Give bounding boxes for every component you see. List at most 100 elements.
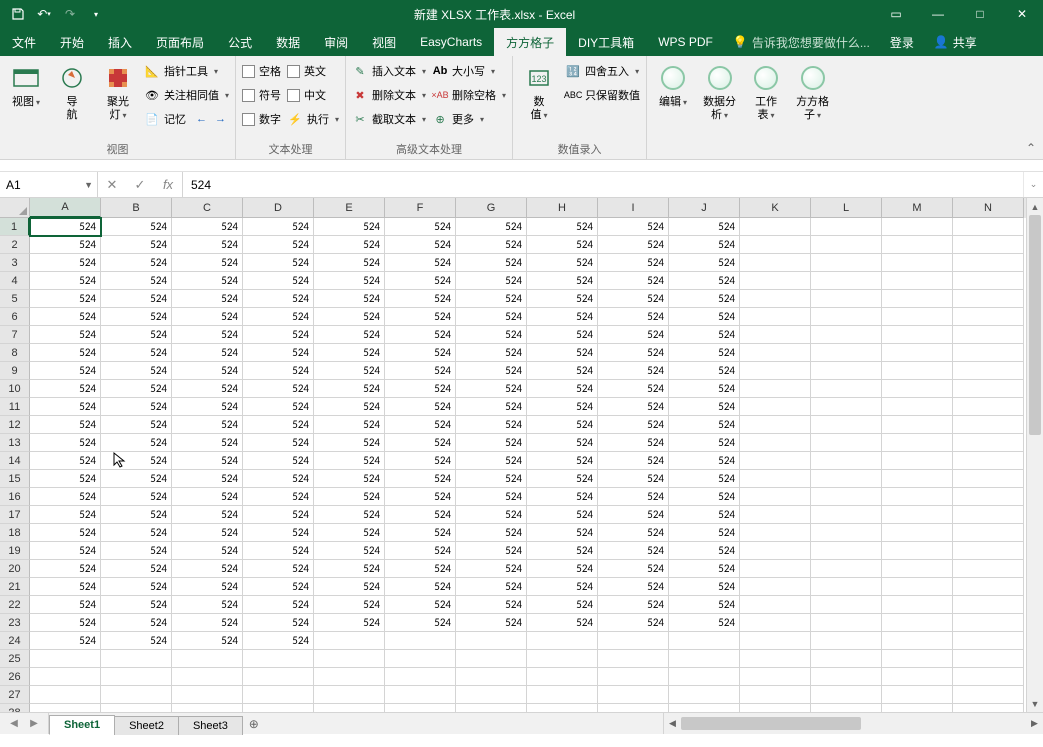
column-header[interactable]: A — [30, 198, 101, 218]
cell[interactable]: 524 — [101, 416, 172, 434]
cell[interactable] — [811, 632, 882, 650]
cell[interactable] — [740, 254, 811, 272]
cell[interactable]: 524 — [314, 506, 385, 524]
tab-data[interactable]: 数据 — [264, 28, 312, 56]
cell[interactable]: 524 — [243, 614, 314, 632]
check-number[interactable]: 数字 — [242, 108, 281, 130]
cell[interactable] — [385, 650, 456, 668]
cell[interactable]: 524 — [314, 452, 385, 470]
cell[interactable]: 524 — [598, 326, 669, 344]
cell[interactable] — [740, 380, 811, 398]
cell[interactable]: 524 — [101, 236, 172, 254]
cell[interactable] — [953, 308, 1024, 326]
cell[interactable]: 524 — [101, 560, 172, 578]
cell[interactable] — [527, 650, 598, 668]
share-button[interactable]: 👤 共享 — [926, 28, 985, 56]
enter-button[interactable]: ✓ — [126, 177, 154, 193]
cell[interactable]: 524 — [598, 236, 669, 254]
cell[interactable] — [527, 668, 598, 686]
cell[interactable] — [953, 326, 1024, 344]
cell[interactable] — [172, 704, 243, 712]
cell[interactable] — [811, 560, 882, 578]
tell-me[interactable]: 💡 告诉我您想要做什么... — [725, 28, 878, 56]
cell[interactable]: 524 — [243, 578, 314, 596]
cell[interactable] — [740, 236, 811, 254]
cell[interactable] — [172, 650, 243, 668]
cell[interactable]: 524 — [314, 326, 385, 344]
cell[interactable] — [740, 470, 811, 488]
scroll-up-button[interactable]: ▲ — [1027, 198, 1043, 215]
nav-next-button[interactable]: → — [215, 113, 226, 125]
cell[interactable]: 524 — [30, 470, 101, 488]
cell[interactable]: 524 — [30, 434, 101, 452]
cell[interactable]: 524 — [385, 236, 456, 254]
row-header[interactable]: 16 — [0, 488, 30, 506]
cell[interactable] — [882, 416, 953, 434]
cell[interactable]: 524 — [598, 506, 669, 524]
cell[interactable] — [811, 488, 882, 506]
cell[interactable]: 524 — [669, 614, 740, 632]
extract-text-button[interactable]: ✂截取文本 — [352, 108, 426, 130]
cell[interactable] — [811, 272, 882, 290]
cell[interactable]: 524 — [669, 344, 740, 362]
cell[interactable]: 524 — [385, 506, 456, 524]
row-header[interactable]: 25 — [0, 650, 30, 668]
cell[interactable] — [811, 596, 882, 614]
cell[interactable] — [101, 686, 172, 704]
scroll-left-button[interactable]: ◀ — [664, 715, 681, 732]
cell[interactable]: 524 — [456, 434, 527, 452]
cell[interactable]: 524 — [669, 218, 740, 236]
cell[interactable] — [882, 668, 953, 686]
cell[interactable]: 524 — [669, 254, 740, 272]
cell[interactable]: 524 — [30, 452, 101, 470]
cell[interactable]: 524 — [456, 326, 527, 344]
edit-button[interactable]: 编辑 — [653, 60, 693, 155]
cell[interactable]: 524 — [101, 524, 172, 542]
cell[interactable] — [882, 236, 953, 254]
cell[interactable]: 524 — [30, 398, 101, 416]
cell[interactable]: 524 — [456, 398, 527, 416]
cell[interactable] — [882, 218, 953, 236]
cell[interactable] — [811, 380, 882, 398]
cell[interactable]: 524 — [243, 632, 314, 650]
tab-formula[interactable]: 公式 — [216, 28, 264, 56]
cell[interactable]: 524 — [598, 218, 669, 236]
row-header[interactable]: 2 — [0, 236, 30, 254]
cell[interactable]: 524 — [669, 470, 740, 488]
column-header[interactable]: G — [456, 198, 527, 218]
cell[interactable] — [101, 668, 172, 686]
sheet-next-button[interactable]: ▶ — [24, 714, 44, 734]
cell[interactable]: 524 — [314, 218, 385, 236]
row-header[interactable]: 12 — [0, 416, 30, 434]
undo-button[interactable]: ↶▾ — [32, 2, 56, 26]
cell[interactable]: 524 — [385, 398, 456, 416]
cell[interactable]: 524 — [456, 596, 527, 614]
cell[interactable] — [882, 380, 953, 398]
cell[interactable]: 524 — [456, 272, 527, 290]
cell[interactable]: 524 — [669, 560, 740, 578]
cell[interactable] — [811, 398, 882, 416]
cell[interactable]: 524 — [243, 434, 314, 452]
cell[interactable] — [953, 254, 1024, 272]
cell[interactable] — [740, 344, 811, 362]
cell[interactable]: 524 — [172, 218, 243, 236]
cell[interactable]: 524 — [314, 308, 385, 326]
cell[interactable]: 524 — [669, 326, 740, 344]
row-header[interactable]: 3 — [0, 254, 30, 272]
row-header[interactable]: 21 — [0, 578, 30, 596]
cell[interactable] — [953, 290, 1024, 308]
cell[interactable] — [740, 272, 811, 290]
cell[interactable]: 524 — [669, 488, 740, 506]
cell[interactable] — [740, 686, 811, 704]
cell[interactable]: 524 — [669, 290, 740, 308]
cell[interactable]: 524 — [30, 290, 101, 308]
scroll-thumb[interactable] — [681, 717, 861, 730]
cell[interactable] — [314, 704, 385, 712]
numeric-button[interactable]: 123 数 值 — [519, 60, 559, 139]
cell[interactable]: 524 — [172, 326, 243, 344]
sheet-prev-button[interactable]: ◀ — [4, 714, 24, 734]
cell[interactable]: 524 — [456, 542, 527, 560]
vertical-scrollbar[interactable]: ▲ ▼ — [1026, 198, 1043, 712]
nav-prev-button[interactable]: ← — [196, 113, 207, 125]
cell[interactable] — [243, 668, 314, 686]
